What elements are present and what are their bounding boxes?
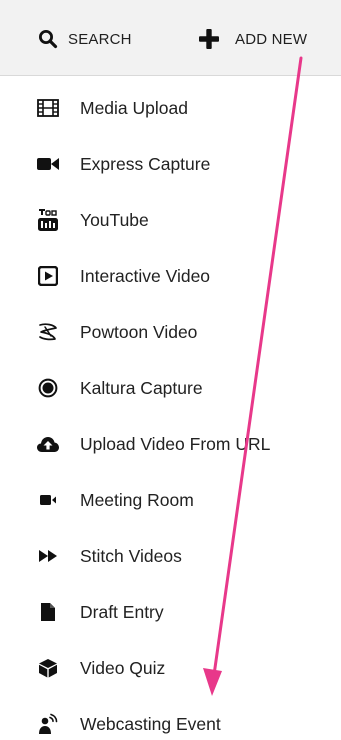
menu-item-label: Kaltura Capture: [80, 377, 203, 398]
search-label: SEARCH: [68, 30, 132, 48]
menu-item-label: Meeting Room: [80, 489, 194, 510]
add-new-menu-page: SEARCH ADD NEW Media Upload Express Capt…: [0, 0, 341, 740]
play-square-icon: [37, 265, 59, 287]
menu-item-label: Media Upload: [80, 97, 188, 118]
powtoon-icon: [37, 321, 59, 343]
menu-item-upload-video-from-url[interactable]: Upload Video From URL: [0, 416, 341, 472]
menu-item-label: Powtoon Video: [80, 321, 198, 342]
webcast-icon: [37, 713, 59, 735]
fast-forward-icon: [37, 545, 59, 567]
add-new-button[interactable]: ADD NEW: [199, 22, 307, 56]
menu-item-draft-entry[interactable]: Draft Entry: [0, 584, 341, 640]
menu-item-meeting-room[interactable]: Meeting Room: [0, 472, 341, 528]
menu-item-label: Webcasting Event: [80, 713, 221, 734]
search-button[interactable]: SEARCH: [38, 22, 132, 56]
menu-item-kaltura-capture[interactable]: Kaltura Capture: [0, 360, 341, 416]
file-icon: [37, 601, 59, 623]
menu-item-media-upload[interactable]: Media Upload: [0, 80, 341, 136]
menu-item-label: Interactive Video: [80, 265, 211, 286]
meeting-camera-icon: [37, 489, 59, 511]
top-toolbar: SEARCH ADD NEW: [0, 0, 341, 76]
menu-item-label: YouTube: [80, 209, 149, 230]
youtube-icon: [37, 209, 59, 231]
cloud-upload-icon: [37, 433, 59, 455]
record-icon: [37, 377, 59, 399]
menu-item-label: Video Quiz: [80, 657, 166, 678]
menu-item-stitch-videos[interactable]: Stitch Videos: [0, 528, 341, 584]
video-camera-icon: [37, 153, 59, 175]
menu-item-label: Draft Entry: [80, 601, 164, 622]
menu-item-webcasting-event[interactable]: Webcasting Event: [0, 696, 341, 740]
menu-item-label: Stitch Videos: [80, 545, 182, 566]
plus-icon: [199, 29, 219, 49]
menu-item-label: Upload Video From URL: [80, 433, 271, 454]
search-icon: [38, 29, 58, 49]
menu-item-express-capture[interactable]: Express Capture: [0, 136, 341, 192]
menu-item-powtoon-video[interactable]: Powtoon Video: [0, 304, 341, 360]
add-new-dropdown-menu: Media Upload Express Capture YouTube Int…: [0, 80, 341, 740]
menu-item-youtube[interactable]: YouTube: [0, 192, 341, 248]
menu-item-interactive-video[interactable]: Interactive Video: [0, 248, 341, 304]
menu-item-video-quiz[interactable]: Video Quiz: [0, 640, 341, 696]
cube-icon: [37, 657, 59, 679]
add-new-label: ADD NEW: [235, 30, 308, 48]
menu-item-label: Express Capture: [80, 153, 211, 174]
film-icon: [37, 97, 59, 119]
